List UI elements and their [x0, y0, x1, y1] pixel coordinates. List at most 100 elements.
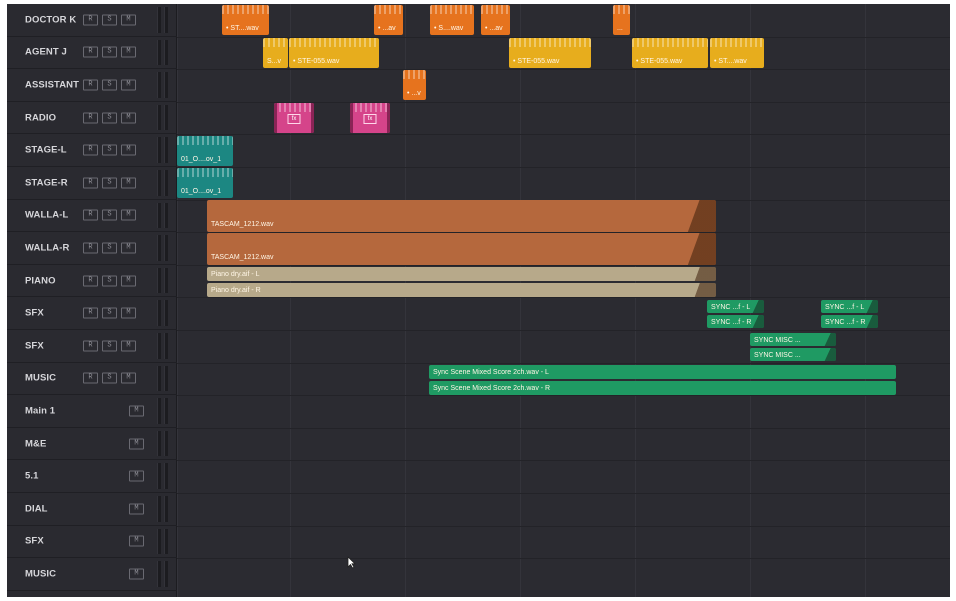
mute-button[interactable]: M: [121, 340, 136, 352]
audio-clip[interactable]: 01_O....ov_1: [177, 136, 233, 166]
track-header-radio[interactable]: RADIO RSM: [7, 102, 177, 135]
audio-clip[interactable]: • STE-055.wav: [509, 38, 591, 68]
audio-clip[interactable]: SYNC ...f - L: [707, 300, 764, 313]
record-arm-button[interactable]: R: [83, 14, 98, 26]
track-header-walla-r[interactable]: WALLA-R RSM: [7, 232, 177, 265]
track-header-main-1[interactable]: Main 1 M: [7, 395, 177, 428]
track-header-sfx-2[interactable]: SFX RSM: [7, 330, 177, 363]
track-name: PIANO: [25, 275, 56, 287]
solo-button[interactable]: S: [102, 307, 117, 319]
solo-button[interactable]: S: [102, 372, 117, 384]
audio-clip[interactable]: SYNC ...f - R: [707, 315, 764, 328]
audio-clip[interactable]: fx: [274, 103, 314, 133]
track-header-piano[interactable]: PIANO RSM: [7, 265, 177, 298]
audio-clip[interactable]: TASCAM_1212.wav: [207, 233, 716, 265]
mute-button[interactable]: M: [121, 177, 136, 189]
audio-clip[interactable]: • STE-055.wav: [632, 38, 708, 68]
audio-clip[interactable]: S...v: [263, 38, 288, 68]
mute-button[interactable]: M: [129, 503, 144, 515]
track-header-stage-l[interactable]: STAGE-L RSM: [7, 134, 177, 167]
audio-clip[interactable]: • STE-055.wav: [289, 38, 379, 68]
audio-clip[interactable]: • ...av: [374, 5, 403, 35]
solo-button[interactable]: S: [102, 275, 117, 287]
level-meter: [157, 72, 161, 98]
audio-clip[interactable]: ...: [613, 5, 630, 35]
solo-button[interactable]: S: [102, 340, 117, 352]
audio-clip[interactable]: • S....wav: [430, 5, 474, 35]
track-name: ASSISTANT: [25, 79, 80, 91]
record-arm-button[interactable]: R: [83, 112, 98, 124]
audio-clip[interactable]: Sync Scene Mixed Score 2ch.wav - R: [429, 381, 896, 395]
track-header-doctor-k[interactable]: DOCTOR K RSM: [7, 4, 177, 37]
track-header-m-and-e[interactable]: M&E M: [7, 428, 177, 461]
mute-button[interactable]: M: [121, 112, 136, 124]
record-arm-button[interactable]: R: [83, 372, 98, 384]
audio-clip[interactable]: • ST....wav: [710, 38, 764, 68]
audio-clip[interactable]: Piano dry.aif - R: [207, 283, 716, 297]
audio-clip[interactable]: • ST....wav: [222, 5, 269, 35]
track-header-dial[interactable]: DIAL M: [7, 493, 177, 526]
solo-button[interactable]: S: [102, 14, 117, 26]
mute-button[interactable]: M: [121, 79, 136, 91]
track-header-music[interactable]: MUSIC RSM: [7, 363, 177, 396]
solo-button[interactable]: S: [102, 177, 117, 189]
clip-label: • ...av: [378, 25, 396, 32]
track-header-agent-j[interactable]: AGENT J RSM: [7, 37, 177, 70]
record-arm-button[interactable]: R: [83, 46, 98, 58]
audio-clip[interactable]: fx: [350, 103, 390, 133]
record-arm-button[interactable]: R: [83, 144, 98, 156]
mute-button[interactable]: M: [121, 275, 136, 287]
audio-clip[interactable]: Piano dry.aif - L: [207, 267, 716, 281]
level-meter: [157, 463, 161, 489]
lane-divider: [177, 558, 950, 560]
solo-button[interactable]: S: [102, 112, 117, 124]
audio-clip[interactable]: • ...av: [481, 5, 510, 35]
audio-clip[interactable]: SYNC MISC ...: [750, 348, 836, 361]
mute-button[interactable]: M: [121, 209, 136, 221]
track-header-5-1[interactable]: 5.1 M: [7, 460, 177, 493]
record-arm-button[interactable]: R: [83, 275, 98, 287]
solo-button[interactable]: S: [102, 209, 117, 221]
mute-button[interactable]: M: [121, 307, 136, 319]
record-arm-button[interactable]: R: [83, 177, 98, 189]
mute-button[interactable]: M: [129, 470, 144, 482]
audio-clip[interactable]: TASCAM_1212.wav: [207, 200, 716, 232]
track-header-sfx-bus[interactable]: SFX M: [7, 526, 177, 559]
solo-button[interactable]: S: [102, 79, 117, 91]
mute-button[interactable]: M: [121, 242, 136, 254]
record-arm-button[interactable]: R: [83, 340, 98, 352]
timeline-gridline: [290, 4, 291, 597]
audio-clip[interactable]: • ...v: [403, 70, 426, 100]
solo-button[interactable]: S: [102, 242, 117, 254]
level-meter: [164, 496, 168, 522]
track-header-assistant[interactable]: ASSISTANT RSM: [7, 69, 177, 102]
solo-button[interactable]: S: [102, 144, 117, 156]
mute-button[interactable]: M: [121, 14, 136, 26]
track-header-stage-r[interactable]: STAGE-R RSM: [7, 167, 177, 200]
record-arm-button[interactable]: R: [83, 307, 98, 319]
mute-button[interactable]: M: [121, 372, 136, 384]
mute-button[interactable]: M: [129, 568, 144, 580]
mute-button[interactable]: M: [121, 144, 136, 156]
audio-clip[interactable]: 01_O....ov_1: [177, 168, 233, 198]
mute-button[interactable]: M: [129, 405, 144, 417]
track-header-walla-l[interactable]: WALLA-L RSM: [7, 200, 177, 233]
mute-button[interactable]: M: [121, 46, 136, 58]
mute-button[interactable]: M: [129, 438, 144, 450]
audio-clip[interactable]: SYNC MISC ...: [750, 333, 836, 346]
level-meter: [164, 39, 168, 66]
track-header-sfx-1[interactable]: SFX RSM: [7, 297, 177, 330]
record-arm-button[interactable]: R: [83, 242, 98, 254]
record-arm-button[interactable]: R: [83, 79, 98, 91]
level-meter: [157, 561, 161, 587]
audio-clip[interactable]: SYNC ...f - R: [821, 315, 878, 328]
audio-clip[interactable]: SYNC ...f - L: [821, 300, 878, 313]
audio-clip[interactable]: Sync Scene Mixed Score 2ch.wav - L: [429, 365, 896, 379]
level-meter: [164, 170, 168, 196]
track-header-music-bus[interactable]: MUSIC M: [7, 558, 177, 591]
timeline-area[interactable]: • ST....wav • ...av • S....wav • ...av .…: [177, 4, 950, 597]
solo-button[interactable]: S: [102, 46, 117, 58]
level-meter: [164, 561, 168, 587]
record-arm-button[interactable]: R: [83, 209, 98, 221]
mute-button[interactable]: M: [129, 535, 144, 547]
